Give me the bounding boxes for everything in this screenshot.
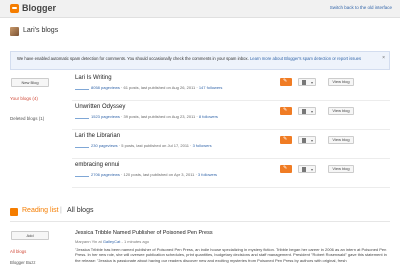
deleted-blogs-link[interactable]: Deleted blogs (1) bbox=[10, 116, 44, 121]
view-blog-button[interactable]: View blog bbox=[328, 78, 354, 86]
blog-title[interactable]: Unwritten Odyssey bbox=[75, 104, 125, 110]
blogger-logo[interactable]: Blogger bbox=[22, 3, 56, 13]
blog-title[interactable]: Lari Is Writing bbox=[75, 75, 112, 81]
blog-row: embracing ennui 2706 pageviews · 120 pos… bbox=[72, 160, 390, 188]
document-icon bbox=[302, 167, 306, 172]
new-blog-button[interactable]: New Blog bbox=[11, 78, 49, 87]
chevron-down-icon: ▾ bbox=[310, 80, 313, 85]
all-blogs-heading: All blogs bbox=[67, 207, 94, 214]
blog-stats: 1523 pageviews · 39 posts, last publishe… bbox=[75, 114, 218, 119]
new-post-button[interactable] bbox=[280, 78, 292, 86]
post-source-link[interactable]: GalleyCat bbox=[103, 239, 121, 244]
blog-stats: 230 pageviews · 5 posts, last published … bbox=[75, 143, 212, 148]
spam-notice: We have enabled automatic spam detection… bbox=[10, 51, 390, 70]
divider bbox=[10, 221, 390, 222]
avatar[interactable] bbox=[10, 27, 19, 36]
blog-title[interactable]: embracing ennui bbox=[75, 162, 119, 168]
sidebar-item-all-blogs[interactable]: All blogs bbox=[10, 249, 26, 254]
blog-row: Unwritten Odyssey 1523 pageviews · 39 po… bbox=[72, 102, 390, 130]
blog-title[interactable]: Lari the Librarian bbox=[75, 133, 120, 139]
close-icon[interactable]: × bbox=[382, 55, 385, 61]
blog-row: Lari Is Writing 8058 pageviews · 61 post… bbox=[72, 73, 390, 101]
post-body: "Jessica Tribble has been named publishe… bbox=[75, 247, 387, 263]
chevron-down-icon: ▾ bbox=[310, 167, 313, 172]
blog-stats: 8058 pageviews · 61 posts, last publishe… bbox=[75, 85, 222, 90]
post-meta: Maryann Yin at GalleyCat - 1 minutes ago bbox=[75, 239, 150, 244]
new-post-button[interactable] bbox=[280, 107, 292, 115]
top-bar: Blogger Switch back to the old interface bbox=[0, 0, 400, 18]
your-blogs-link[interactable]: Your blogs (4) bbox=[10, 96, 38, 101]
new-post-button[interactable] bbox=[280, 165, 292, 173]
pageviews-sparkline bbox=[75, 173, 89, 177]
view-blog-button[interactable]: View blog bbox=[328, 136, 354, 144]
notice-text: We have enabled automatic spam detection… bbox=[17, 56, 362, 61]
blog-stats: 2706 pageviews · 120 posts, last publish… bbox=[75, 172, 217, 177]
chevron-down-icon: ▾ bbox=[310, 109, 313, 114]
document-icon bbox=[302, 138, 306, 143]
reading-separator: | bbox=[60, 207, 62, 214]
pageviews-sparkline bbox=[75, 86, 89, 90]
view-blog-button[interactable]: View blog bbox=[328, 107, 354, 115]
posts-list-button[interactable]: ▾ bbox=[298, 107, 316, 115]
switch-interface-link[interactable]: Switch back to the old interface bbox=[330, 5, 392, 10]
notice-link[interactable]: Learn more about Blogger's spam detectio… bbox=[250, 56, 361, 61]
blog-row: Lari the Librarian 230 pageviews · 5 pos… bbox=[72, 131, 390, 159]
post-title[interactable]: Jessica Tribble Named Publisher of Poiso… bbox=[75, 230, 213, 236]
add-button[interactable]: Add bbox=[11, 231, 49, 240]
posts-list-button[interactable]: ▾ bbox=[298, 78, 316, 86]
document-icon bbox=[302, 80, 306, 85]
reading-list-title: Reading list bbox=[22, 207, 59, 214]
reading-list-icon bbox=[10, 208, 18, 216]
posts-list-button[interactable]: ▾ bbox=[298, 165, 316, 173]
pageviews-sparkline bbox=[75, 115, 89, 119]
sidebar-item-blogger-buzz[interactable]: Blogger Buzz bbox=[10, 260, 36, 265]
pageviews-sparkline bbox=[75, 144, 89, 148]
profile-name[interactable]: Lari's blogs bbox=[23, 27, 58, 34]
chevron-down-icon: ▾ bbox=[310, 138, 313, 143]
blogger-logo-icon bbox=[10, 4, 19, 13]
posts-list-button[interactable]: ▾ bbox=[298, 136, 316, 144]
view-blog-button[interactable]: View blog bbox=[328, 165, 354, 173]
new-post-button[interactable] bbox=[280, 136, 292, 144]
document-icon bbox=[302, 109, 306, 114]
